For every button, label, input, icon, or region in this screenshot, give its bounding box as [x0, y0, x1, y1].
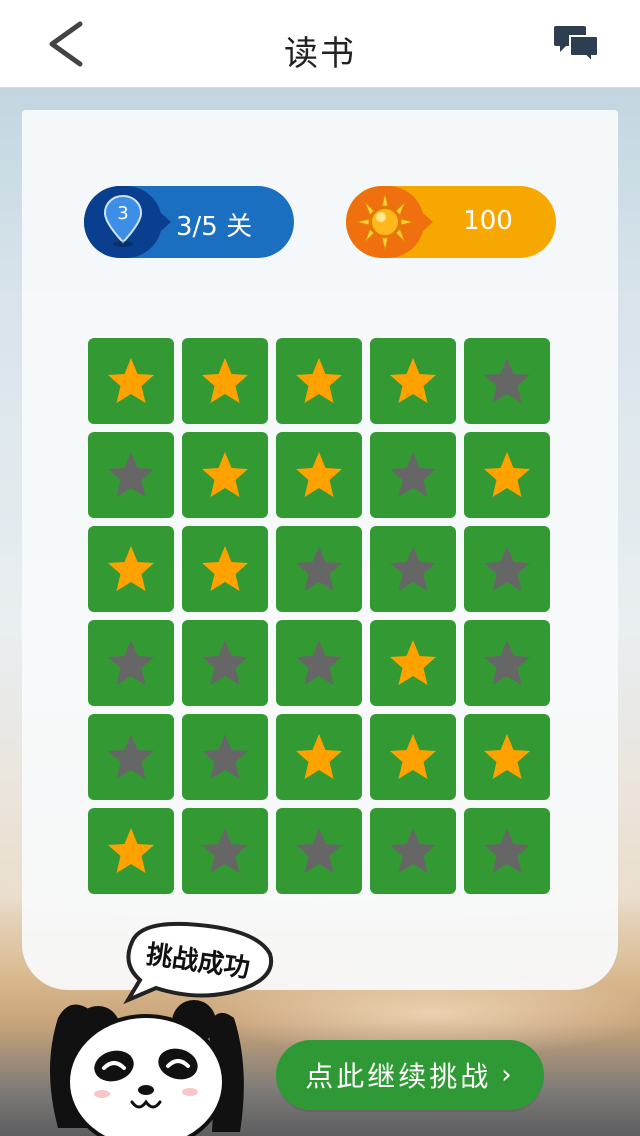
star-filled-icon — [202, 452, 248, 497]
star-grid — [88, 338, 550, 894]
grid-cell[interactable] — [88, 526, 174, 612]
star-empty-icon — [296, 640, 342, 685]
grid-cell[interactable] — [88, 432, 174, 518]
star-empty-icon — [390, 828, 436, 873]
star-empty-icon — [296, 546, 342, 591]
grid-cell[interactable] — [464, 808, 550, 894]
grid-cell[interactable] — [370, 338, 456, 424]
grid-cell[interactable] — [276, 808, 362, 894]
grid-cell[interactable] — [276, 432, 362, 518]
grid-cell[interactable] — [182, 620, 268, 706]
continue-button-label: 点此继续挑战 — [305, 1060, 492, 1093]
grid-cell[interactable] — [370, 808, 456, 894]
star-empty-icon — [202, 640, 248, 685]
grid-cell[interactable] — [88, 338, 174, 424]
star-filled-icon — [390, 640, 436, 685]
grid-cell[interactable] — [276, 620, 362, 706]
star-filled-icon — [202, 358, 248, 403]
grid-cell[interactable] — [88, 714, 174, 800]
grid-cell[interactable] — [182, 808, 268, 894]
grid-cell[interactable] — [276, 338, 362, 424]
star-empty-icon — [108, 452, 154, 497]
star-filled-icon — [484, 452, 530, 497]
grid-cell[interactable] — [370, 620, 456, 706]
star-empty-icon — [296, 828, 342, 873]
star-empty-icon — [484, 546, 530, 591]
grid-cell[interactable] — [88, 620, 174, 706]
level-indicator: 3 3/5 关 — [84, 186, 294, 258]
grid-cell[interactable] — [182, 526, 268, 612]
score-badge — [346, 186, 433, 258]
star-empty-icon — [390, 546, 436, 591]
grid-cell[interactable] — [464, 714, 550, 800]
level-badge-number: 3 — [117, 203, 129, 224]
page-title: 读书 — [284, 34, 356, 74]
star-filled-icon — [296, 452, 342, 497]
grid-cell[interactable] — [276, 714, 362, 800]
grid-cell[interactable] — [464, 432, 550, 518]
star-filled-icon — [108, 828, 154, 873]
star-empty-icon — [108, 734, 154, 779]
grid-cell[interactable] — [370, 526, 456, 612]
star-filled-icon — [390, 734, 436, 779]
sun-icon — [356, 193, 414, 251]
chat-bubbles-icon — [554, 26, 599, 65]
grid-cell[interactable] — [464, 526, 550, 612]
grid-cell[interactable] — [464, 620, 550, 706]
grid-cell[interactable] — [370, 432, 456, 518]
star-empty-icon — [202, 828, 248, 873]
grid-cell[interactable] — [276, 526, 362, 612]
star-filled-icon — [202, 546, 248, 591]
continue-challenge-button[interactable]: 点此继续挑战 › — [276, 1040, 544, 1110]
panda-mascot: 挑战成功 — [50, 921, 273, 1136]
star-empty-icon — [484, 358, 530, 403]
grid-cell[interactable] — [464, 338, 550, 424]
star-empty-icon — [390, 452, 436, 497]
chat-button[interactable] — [552, 22, 600, 66]
score-value: 100 — [463, 206, 513, 236]
star-empty-icon — [202, 734, 248, 779]
grid-cell[interactable] — [182, 432, 268, 518]
star-empty-icon — [484, 640, 530, 685]
level-progress-text: 3/5 关 — [176, 212, 253, 242]
grid-cell[interactable] — [182, 338, 268, 424]
star-filled-icon — [108, 546, 154, 591]
star-filled-icon — [108, 358, 154, 403]
score-indicator: 100 — [346, 186, 556, 258]
star-empty-icon — [108, 640, 154, 685]
grid-cell[interactable] — [182, 714, 268, 800]
star-filled-icon — [390, 358, 436, 403]
grid-cell[interactable] — [88, 808, 174, 894]
star-filled-icon — [484, 734, 530, 779]
chevron-right-icon: › — [501, 1060, 515, 1090]
top-navigation-bar: 读书 — [0, 0, 640, 88]
star-filled-icon — [296, 734, 342, 779]
grid-cell[interactable] — [370, 714, 456, 800]
star-filled-icon — [296, 358, 342, 403]
star-empty-icon — [484, 828, 530, 873]
level-badge: 3 — [84, 186, 171, 258]
